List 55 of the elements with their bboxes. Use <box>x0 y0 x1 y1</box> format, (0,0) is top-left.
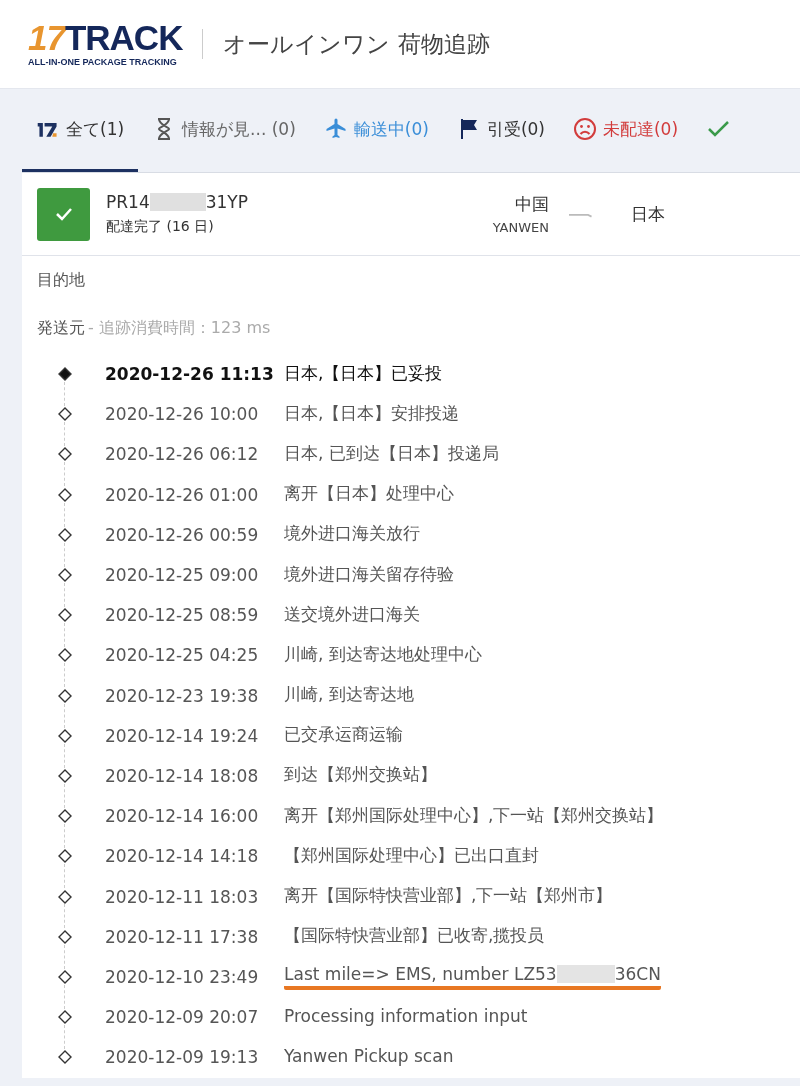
event-time: 2020-12-26 00:59 <box>105 524 260 545</box>
event-description: 送交境外进口海关 <box>284 602 420 626</box>
timing-text: - 追跡消費時間：123 ms <box>88 318 271 339</box>
redaction-block <box>556 964 615 983</box>
filter-tab[interactable]: 未配達(0) <box>559 89 693 172</box>
event-description: 【国际特快营业部】已收寄,揽投员 <box>284 924 545 948</box>
event-description: 离开【郑州国际处理中心】,下一站【郑州交换站】 <box>284 803 664 827</box>
filter-tab[interactable]: 情報が見... (0) <box>138 89 310 172</box>
logo: 17TRACK ALL-IN-ONE PACKAGE TRACKING <box>28 21 183 67</box>
event-description: 日本,【日本】安排投递 <box>284 401 460 425</box>
event-description: 离开【日本】处理中心 <box>284 482 454 506</box>
event-time: 2020-12-26 10:00 <box>105 404 260 425</box>
event-description: Processing information input <box>284 1006 528 1027</box>
event-time: 2020-12-26 01:00 <box>105 484 260 505</box>
event-description: 川崎, 到达寄达地处理中心 <box>284 642 482 666</box>
filter-tab[interactable]: 輸送中(0) <box>309 89 443 172</box>
event-time: 2020-12-14 14:18 <box>105 846 260 867</box>
section-label: 目的地 <box>37 270 85 289</box>
event-time: 2020-12-10 23:49 <box>105 966 260 987</box>
event-time: 2020-12-25 09:00 <box>105 565 260 586</box>
event-time: 2020-12-25 08:59 <box>105 605 260 626</box>
tracking-number: PR14 <box>106 192 150 212</box>
section-label: 発送元 <box>37 318 85 339</box>
page-title: オールインワン 荷物追跡 <box>223 29 490 59</box>
event-description: Last mile=> EMS, number LZ53 <box>284 963 557 984</box>
delivery-status: 配達完了 (16 日) <box>106 218 215 236</box>
event-description: 日本,【日本】已妥投 <box>284 361 443 385</box>
event-description: 已交承运商运输 <box>284 723 403 747</box>
event-description: 到达【郑州交换站】 <box>284 763 437 787</box>
carrier-name: YANWEN <box>492 220 549 235</box>
event-description: Yanwen Pickup scan <box>284 1046 454 1067</box>
event-time: 2020-12-26 06:12 <box>105 444 260 465</box>
event-description: 日本, 已到达【日本】投递局 <box>284 441 499 465</box>
event-time: 2020-12-14 19:24 <box>105 725 260 746</box>
event-time: 2020-12-25 04:25 <box>105 645 260 666</box>
event-description: 离开【国际特快营业部】,下一站【郑州市】 <box>284 884 613 908</box>
event-time: 2020-12-14 16:00 <box>105 806 260 827</box>
origin-country: 中国 <box>515 193 549 216</box>
event-description: 境外进口海关留存待验 <box>284 562 454 586</box>
tracking-number: 31YP <box>205 192 248 212</box>
event-time: 2020-12-14 18:08 <box>105 765 260 786</box>
destination-country: 日本 <box>631 202 665 226</box>
event-time: 2020-12-09 19:13 <box>105 1047 260 1068</box>
redaction-block <box>149 193 206 211</box>
event-time: 2020-12-11 18:03 <box>105 886 260 907</box>
event-description: 36CN <box>614 963 661 984</box>
event-time: 2020-12-26 11:13 <box>105 364 275 385</box>
sad-face-icon <box>573 117 597 141</box>
filter-tab[interactable]: 引受(0) <box>442 89 559 172</box>
event-time: 2020-12-09 20:07 <box>105 1007 260 1028</box>
event-description: 【郑州国际处理中心】已出口直封 <box>284 843 539 867</box>
event-time: 2020-12-23 19:38 <box>105 685 260 706</box>
event-time: 2020-12-11 17:38 <box>105 926 260 947</box>
event-description: 境外进口海关放行 <box>284 522 420 546</box>
event-description: 川崎, 到达寄达地 <box>284 683 414 707</box>
